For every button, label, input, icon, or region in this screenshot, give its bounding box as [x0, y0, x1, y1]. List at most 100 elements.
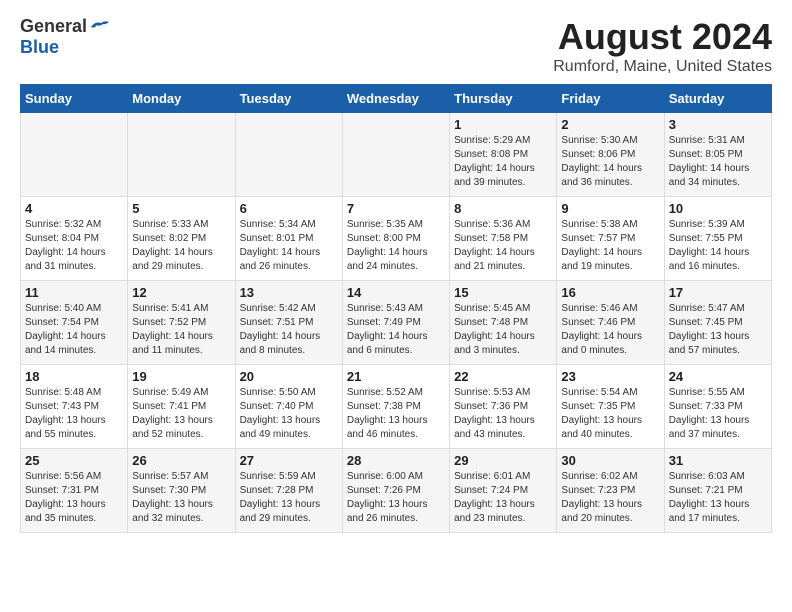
- day-number: 16: [561, 285, 659, 300]
- day-number: 23: [561, 369, 659, 384]
- day-info: Sunrise: 5:39 AM Sunset: 7:55 PM Dayligh…: [669, 218, 767, 274]
- weekday-header: Thursday: [450, 85, 557, 113]
- day-info: Sunrise: 6:02 AM Sunset: 7:23 PM Dayligh…: [561, 470, 659, 526]
- day-number: 18: [25, 369, 123, 384]
- calendar-cell: 12Sunrise: 5:41 AM Sunset: 7:52 PM Dayli…: [128, 281, 235, 365]
- day-info: Sunrise: 5:32 AM Sunset: 8:04 PM Dayligh…: [25, 218, 123, 274]
- calendar-cell: 3Sunrise: 5:31 AM Sunset: 8:05 PM Daylig…: [664, 113, 771, 197]
- day-number: 19: [132, 369, 230, 384]
- day-info: Sunrise: 5:48 AM Sunset: 7:43 PM Dayligh…: [25, 386, 123, 442]
- day-number: 24: [669, 369, 767, 384]
- day-info: Sunrise: 5:38 AM Sunset: 7:57 PM Dayligh…: [561, 218, 659, 274]
- weekday-header: Tuesday: [235, 85, 342, 113]
- calendar-week-row: 18 Sunrise: 5:48 AM Sunset: 7:43 PM Dayli…: [21, 365, 772, 449]
- calendar-cell: 7Sunrise: 5:35 AM Sunset: 8:00 PM Daylig…: [342, 197, 449, 281]
- day-info: Sunrise: 5:56 AM Sunset: 7:31 PM Dayligh…: [25, 470, 123, 526]
- day-number: 17: [669, 285, 767, 300]
- calendar-cell: 27Sunrise: 5:59 AM Sunset: 7:28 PM Dayli…: [235, 449, 342, 533]
- day-info: Sunrise: 6:03 AM Sunset: 7:21 PM Dayligh…: [669, 470, 767, 526]
- day-info: Sunrise: 5:43 AM Sunset: 7:49 PM Dayligh…: [347, 302, 445, 358]
- calendar-cell: 21 Sunrise: 5:52 AM Sunset: 7:38 PM Dayli…: [342, 365, 449, 449]
- calendar-cell: [21, 113, 128, 197]
- calendar-cell: 16 Sunrise: 5:46 AM Sunset: 7:46 PM Dayli…: [557, 281, 664, 365]
- weekday-header: Sunday: [21, 85, 128, 113]
- day-info: Sunrise: 5:52 AM Sunset: 7:38 PM Dayligh…: [347, 386, 445, 442]
- calendar-cell: 25 Sunrise: 5:56 AM Sunset: 7:31 PM Dayli…: [21, 449, 128, 533]
- day-info: Sunrise: 5:36 AM Sunset: 7:58 PM Dayligh…: [454, 218, 552, 274]
- calendar-cell: 20 Sunrise: 5:50 AM Sunset: 7:40 PM Dayli…: [235, 365, 342, 449]
- calendar-week-row: 25 Sunrise: 5:56 AM Sunset: 7:31 PM Dayli…: [21, 449, 772, 533]
- day-info: Sunrise: 5:49 AM Sunset: 7:41 PM Dayligh…: [132, 386, 230, 442]
- day-info: Sunrise: 5:53 AM Sunset: 7:36 PM Dayligh…: [454, 386, 552, 442]
- day-number: 29: [454, 453, 552, 468]
- calendar-cell: 30Sunrise: 6:02 AM Sunset: 7:23 PM Dayli…: [557, 449, 664, 533]
- day-number: 4: [25, 201, 123, 216]
- month-title: August 2024: [553, 16, 772, 58]
- day-number: 20: [240, 369, 338, 384]
- calendar-cell: 4 Sunrise: 5:32 AM Sunset: 8:04 PM Daylig…: [21, 197, 128, 281]
- logo-bird-icon: [89, 19, 109, 35]
- day-number: 1: [454, 117, 552, 132]
- day-info: Sunrise: 5:57 AM Sunset: 7:30 PM Dayligh…: [132, 470, 230, 526]
- location-title: Rumford, Maine, United States: [553, 58, 772, 76]
- day-info: Sunrise: 5:50 AM Sunset: 7:40 PM Dayligh…: [240, 386, 338, 442]
- calendar-cell: 9 Sunrise: 5:38 AM Sunset: 7:57 PM Daylig…: [557, 197, 664, 281]
- day-number: 15: [454, 285, 552, 300]
- day-number: 14: [347, 285, 445, 300]
- calendar-cell: 31 Sunrise: 6:03 AM Sunset: 7:21 PM Dayli…: [664, 449, 771, 533]
- day-info: Sunrise: 5:30 AM Sunset: 8:06 PM Dayligh…: [561, 134, 659, 190]
- day-number: 21: [347, 369, 445, 384]
- calendar-cell: 5 Sunrise: 5:33 AM Sunset: 8:02 PM Daylig…: [128, 197, 235, 281]
- calendar-cell: 28 Sunrise: 6:00 AM Sunset: 7:26 PM Dayli…: [342, 449, 449, 533]
- calendar-cell: 1Sunrise: 5:29 AM Sunset: 8:08 PM Daylig…: [450, 113, 557, 197]
- day-number: 5: [132, 201, 230, 216]
- day-info: Sunrise: 6:00 AM Sunset: 7:26 PM Dayligh…: [347, 470, 445, 526]
- day-info: Sunrise: 5:55 AM Sunset: 7:33 PM Dayligh…: [669, 386, 767, 442]
- calendar-cell: 14 Sunrise: 5:43 AM Sunset: 7:49 PM Dayli…: [342, 281, 449, 365]
- calendar-cell: 6 Sunrise: 5:34 AM Sunset: 8:01 PM Daylig…: [235, 197, 342, 281]
- weekday-header: Friday: [557, 85, 664, 113]
- calendar-cell: 22Sunrise: 5:53 AM Sunset: 7:36 PM Dayli…: [450, 365, 557, 449]
- day-number: 26: [132, 453, 230, 468]
- calendar-cell: 2 Sunrise: 5:30 AM Sunset: 8:06 PM Daylig…: [557, 113, 664, 197]
- day-number: 2: [561, 117, 659, 132]
- day-info: Sunrise: 5:35 AM Sunset: 8:00 PM Dayligh…: [347, 218, 445, 274]
- calendar-cell: [342, 113, 449, 197]
- weekday-header: Monday: [128, 85, 235, 113]
- day-number: 28: [347, 453, 445, 468]
- title-block: August 2024 Rumford, Maine, United State…: [553, 16, 772, 76]
- day-info: Sunrise: 5:34 AM Sunset: 8:01 PM Dayligh…: [240, 218, 338, 274]
- day-number: 31: [669, 453, 767, 468]
- day-number: 25: [25, 453, 123, 468]
- calendar-cell: 24 Sunrise: 5:55 AM Sunset: 7:33 PM Dayli…: [664, 365, 771, 449]
- day-info: Sunrise: 5:33 AM Sunset: 8:02 PM Dayligh…: [132, 218, 230, 274]
- day-number: 12: [132, 285, 230, 300]
- day-number: 6: [240, 201, 338, 216]
- day-info: Sunrise: 6:01 AM Sunset: 7:24 PM Dayligh…: [454, 470, 552, 526]
- day-info: Sunrise: 5:45 AM Sunset: 7:48 PM Dayligh…: [454, 302, 552, 358]
- day-number: 27: [240, 453, 338, 468]
- calendar-cell: 10 Sunrise: 5:39 AM Sunset: 7:55 PM Dayli…: [664, 197, 771, 281]
- day-number: 10: [669, 201, 767, 216]
- day-info: Sunrise: 5:42 AM Sunset: 7:51 PM Dayligh…: [240, 302, 338, 358]
- calendar-cell: 15 Sunrise: 5:45 AM Sunset: 7:48 PM Dayli…: [450, 281, 557, 365]
- weekday-header: Wednesday: [342, 85, 449, 113]
- day-info: Sunrise: 5:46 AM Sunset: 7:46 PM Dayligh…: [561, 302, 659, 358]
- calendar-week-row: 11 Sunrise: 5:40 AM Sunset: 7:54 PM Dayli…: [21, 281, 772, 365]
- calendar-cell: 29 Sunrise: 6:01 AM Sunset: 7:24 PM Dayli…: [450, 449, 557, 533]
- calendar-cell: 18 Sunrise: 5:48 AM Sunset: 7:43 PM Dayli…: [21, 365, 128, 449]
- logo: General Blue: [20, 16, 109, 58]
- calendar-week-row: 1Sunrise: 5:29 AM Sunset: 8:08 PM Daylig…: [21, 113, 772, 197]
- day-info: Sunrise: 5:54 AM Sunset: 7:35 PM Dayligh…: [561, 386, 659, 442]
- calendar-cell: 13 Sunrise: 5:42 AM Sunset: 7:51 PM Dayli…: [235, 281, 342, 365]
- day-number: 11: [25, 285, 123, 300]
- day-info: Sunrise: 5:31 AM Sunset: 8:05 PM Dayligh…: [669, 134, 767, 190]
- day-number: 13: [240, 285, 338, 300]
- day-info: Sunrise: 5:40 AM Sunset: 7:54 PM Dayligh…: [25, 302, 123, 358]
- calendar-cell: 8Sunrise: 5:36 AM Sunset: 7:58 PM Daylig…: [450, 197, 557, 281]
- logo-general-text: General: [20, 16, 87, 37]
- day-number: 9: [561, 201, 659, 216]
- weekday-header: Saturday: [664, 85, 771, 113]
- logo-blue-text: Blue: [20, 37, 59, 58]
- calendar-cell: [235, 113, 342, 197]
